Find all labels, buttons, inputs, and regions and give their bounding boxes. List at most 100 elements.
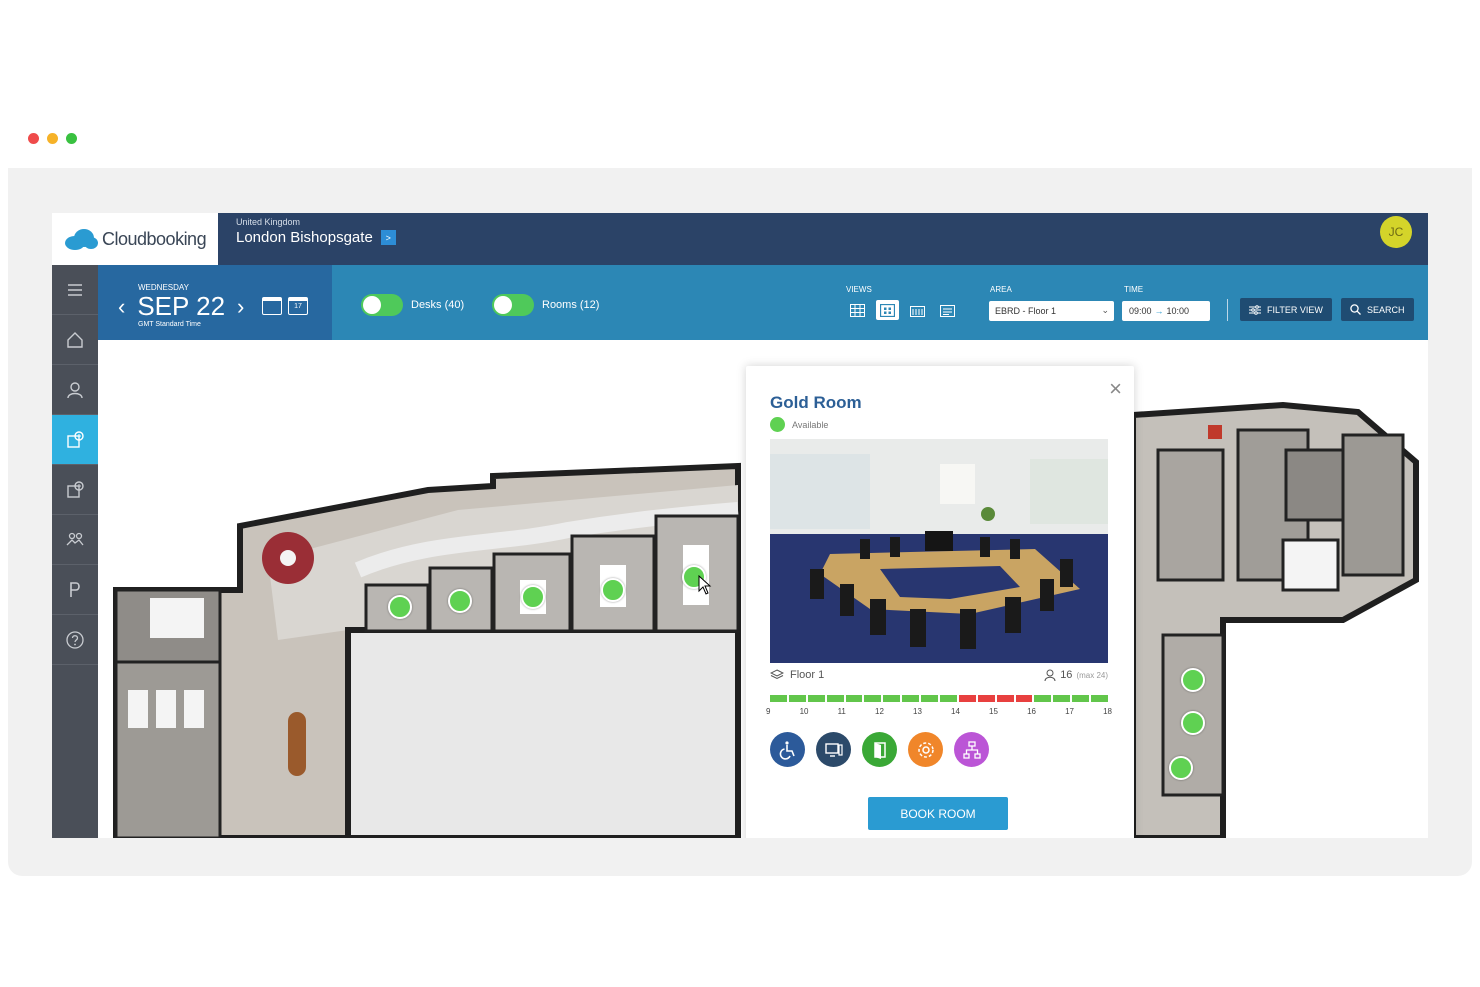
time-label: TIME <box>1124 285 1144 294</box>
floor-label: Floor 1 <box>790 669 825 681</box>
close-icon[interactable]: × <box>1109 376 1122 402</box>
room-pin[interactable] <box>1181 668 1205 692</box>
timeline-slot-free[interactable] <box>1091 695 1109 702</box>
timeline-slot-free[interactable] <box>864 695 882 702</box>
view-list-button[interactable] <box>846 300 869 320</box>
room-title: Gold Room <box>770 393 862 412</box>
area-select[interactable]: EBRD - Floor 1 ⌄ <box>989 301 1114 321</box>
sidebar-item-menu[interactable] <box>52 265 98 315</box>
chevron-down-icon: ⌄ <box>1101 305 1109 315</box>
logo[interactable]: Cloudbooking <box>52 213 218 265</box>
menu-icon <box>68 283 82 296</box>
room-pin[interactable] <box>1181 711 1205 735</box>
timeline-slot-busy[interactable] <box>996 695 1014 702</box>
sidebar-item-profile[interactable] <box>52 365 98 415</box>
timeline-slot-free[interactable] <box>1053 695 1071 702</box>
room-pin[interactable] <box>521 585 545 609</box>
sidebar-item-people[interactable] <box>52 515 98 565</box>
view-calendar-button[interactable] <box>936 300 959 320</box>
timeline-slot-busy[interactable] <box>958 695 976 702</box>
location-switch-button[interactable]: > <box>380 230 396 245</box>
help-icon <box>66 630 84 649</box>
sidebar-item-home[interactable] <box>52 315 98 365</box>
network-icon <box>962 740 981 759</box>
status-text: Available <box>792 419 829 430</box>
amenity-settings[interactable] <box>908 732 943 767</box>
date-row: ‹ SEP 22 › <box>118 291 244 322</box>
close-window-dot[interactable] <box>28 133 39 144</box>
view-timeline-button[interactable] <box>906 300 929 320</box>
sidebar <box>52 265 98 838</box>
amenity-display[interactable] <box>816 732 851 767</box>
sidebar-item-room-booking[interactable] <box>52 415 98 465</box>
amenity-door[interactable] <box>862 732 897 767</box>
timeline-slot-free[interactable] <box>826 695 844 702</box>
amenity-accessible[interactable] <box>770 732 805 767</box>
timeline-hour-label: 14 <box>951 707 960 716</box>
timezone-label: GMT Standard Time <box>138 321 201 328</box>
avatar[interactable]: JC <box>1380 216 1412 248</box>
current-date[interactable]: SEP 22 <box>137 291 225 322</box>
door-icon <box>873 741 886 759</box>
calendar-day-number: 17 <box>294 303 302 310</box>
sidebar-item-parking[interactable] <box>52 565 98 615</box>
maximize-window-dot[interactable] <box>66 133 77 144</box>
view-floorplan-button[interactable] <box>876 300 899 320</box>
room-meta: Floor 1 16 (max 24) <box>770 669 1108 681</box>
view-switcher <box>846 300 959 320</box>
timeline-slot-free[interactable] <box>1034 695 1052 702</box>
mouse-cursor-icon <box>698 575 712 595</box>
timeline-slot-free[interactable] <box>807 695 825 702</box>
timeline-hour-label: 9 <box>766 707 771 716</box>
desks-toggle[interactable] <box>361 294 403 316</box>
table-view-icon <box>850 303 865 317</box>
filter-view-button[interactable]: FILTER VIEW <box>1240 298 1332 321</box>
timeline-slot-free[interactable] <box>883 695 901 702</box>
desk-booking-icon <box>67 480 84 498</box>
parking-icon <box>70 581 80 597</box>
room-pin[interactable] <box>448 589 472 613</box>
time-range-input[interactable]: 09:00 → 10:00 <box>1122 301 1210 321</box>
top-bar: Cloudbooking United Kingdom London Bisho… <box>52 213 1428 265</box>
location-name: London Bishopsgate <box>236 229 373 246</box>
timeline-slot-free[interactable] <box>940 695 957 702</box>
sidebar-item-help[interactable] <box>52 615 98 665</box>
search-button[interactable]: SEARCH <box>1341 298 1414 321</box>
prev-day-button[interactable]: ‹ <box>118 294 125 320</box>
location-country: United Kingdom <box>236 217 301 227</box>
settings-icon <box>917 741 934 758</box>
filter-view-label: FILTER VIEW <box>1267 304 1323 315</box>
status-dot <box>770 417 785 432</box>
rooms-toggle[interactable] <box>492 294 534 316</box>
timeline-slot-free[interactable] <box>845 695 863 702</box>
timeline-slot-busy[interactable] <box>977 695 995 702</box>
calendar-today-icon[interactable]: 17 <box>288 297 308 315</box>
people-icon <box>66 532 84 545</box>
timeline-slot-free[interactable] <box>921 695 939 702</box>
book-room-button[interactable]: BOOK ROOM <box>868 797 1008 830</box>
availability-timeline[interactable] <box>770 695 1109 702</box>
location-block: United Kingdom London Bishopsgate > <box>236 217 396 246</box>
area-label: AREA <box>990 285 1012 294</box>
timeline-slot-free[interactable] <box>1072 695 1090 702</box>
room-status: Available <box>770 417 828 432</box>
wheelchair-icon <box>779 740 795 760</box>
room-pin[interactable] <box>388 595 412 619</box>
minimize-window-dot[interactable] <box>47 133 58 144</box>
timeline-slot-free[interactable] <box>788 695 806 702</box>
timeline-slot-free[interactable] <box>902 695 920 702</box>
timeline-slot-busy[interactable] <box>1015 695 1033 702</box>
timeline-slot-free[interactable] <box>770 695 787 702</box>
room-details-card: Gold Room × Available Floor 1 16 (max 24… <box>746 366 1134 838</box>
calendar-month-icon[interactable] <box>262 297 282 315</box>
sidebar-item-desk-booking[interactable] <box>52 465 98 515</box>
next-day-button[interactable]: › <box>237 294 244 320</box>
room-pin[interactable] <box>1169 756 1193 780</box>
amenity-network[interactable] <box>954 732 989 767</box>
timeline-hour-label: 13 <box>913 707 922 716</box>
rooms-toggle-label: Rooms (12) <box>542 299 600 311</box>
amenities-row <box>770 732 989 767</box>
filter-icon <box>1249 304 1261 315</box>
room-pin[interactable] <box>601 578 625 602</box>
timeline-hour-label: 10 <box>799 707 809 716</box>
